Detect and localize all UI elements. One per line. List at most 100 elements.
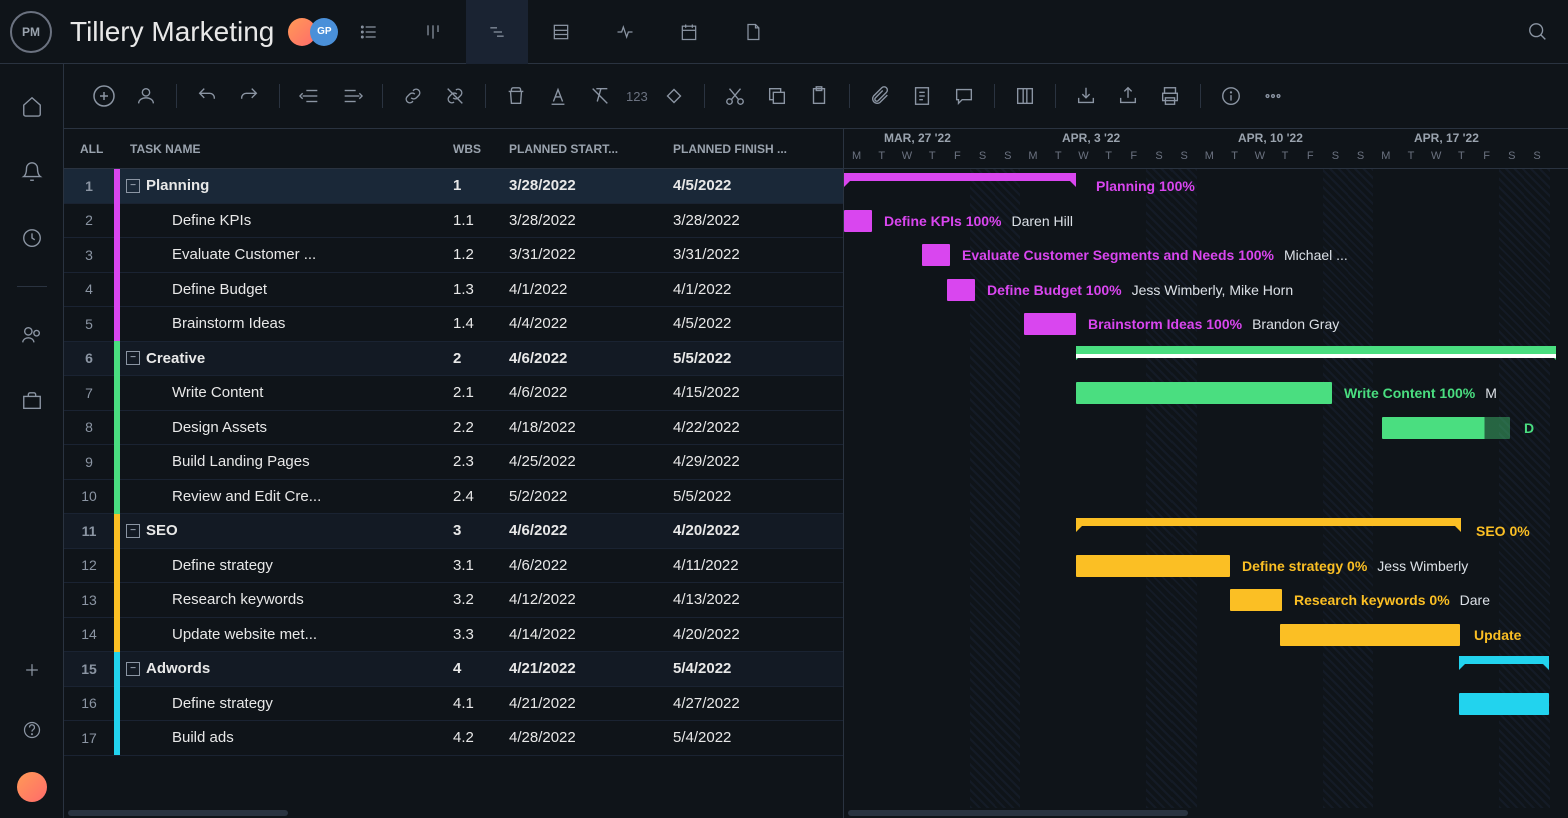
collapse-icon[interactable]: − <box>126 351 140 365</box>
planned-start-cell[interactable]: 4/14/2022 <box>509 626 673 643</box>
team-icon[interactable] <box>14 317 50 353</box>
text-color-icon[interactable] <box>542 80 574 112</box>
task-name-cell[interactable]: −SEO <box>120 522 453 539</box>
column-planned-finish[interactable]: PLANNED FINISH ... <box>673 142 843 156</box>
task-name-cell[interactable]: Review and Edit Cre... <box>120 488 453 505</box>
gantt-task-bar[interactable] <box>1024 313 1076 335</box>
task-name-cell[interactable]: Define KPIs <box>120 212 453 229</box>
wbs-cell[interactable]: 1.1 <box>453 212 509 229</box>
view-calendar-icon[interactable] <box>658 0 720 64</box>
task-row[interactable]: 5Brainstorm Ideas1.44/4/20224/5/2022 <box>64 307 843 342</box>
gantt-task-bar[interactable] <box>844 210 872 232</box>
planned-start-cell[interactable]: 3/31/2022 <box>509 246 673 263</box>
column-planned-start[interactable]: PLANNED START... <box>509 142 673 156</box>
link-icon[interactable] <box>397 80 429 112</box>
wbs-cell[interactable]: 1.2 <box>453 246 509 263</box>
task-name-cell[interactable]: Write Content <box>120 384 453 401</box>
wbs-cell[interactable]: 2 <box>453 350 509 367</box>
clear-format-icon[interactable] <box>584 80 616 112</box>
add-icon[interactable] <box>14 652 50 688</box>
planned-start-cell[interactable]: 4/21/2022 <box>509 660 673 677</box>
add-task-icon[interactable] <box>88 80 120 112</box>
task-name-cell[interactable]: Define strategy <box>120 695 453 712</box>
gantt-summary-bar[interactable] <box>1076 518 1461 526</box>
wbs-cell[interactable]: 4.1 <box>453 695 509 712</box>
notifications-icon[interactable] <box>14 154 50 190</box>
portfolio-icon[interactable] <box>14 383 50 419</box>
task-row[interactable]: 3Evaluate Customer ...1.23/31/20223/31/2… <box>64 238 843 273</box>
app-logo[interactable]: PM <box>10 11 52 53</box>
task-row[interactable]: 13Research keywords3.24/12/20224/13/2022 <box>64 583 843 618</box>
planned-start-cell[interactable]: 5/2/2022 <box>509 488 673 505</box>
indent-icon[interactable] <box>336 80 368 112</box>
task-name-cell[interactable]: Design Assets <box>120 419 453 436</box>
task-row[interactable]: 6−Creative24/6/20225/5/2022 <box>64 342 843 377</box>
task-name-cell[interactable]: −Adwords <box>120 660 453 677</box>
cut-icon[interactable] <box>719 80 751 112</box>
task-name-cell[interactable]: Build ads <box>120 729 453 746</box>
task-row[interactable]: 10Review and Edit Cre...2.45/2/20225/5/2… <box>64 480 843 515</box>
view-list-icon[interactable] <box>338 0 400 64</box>
collapse-icon[interactable]: − <box>126 524 140 538</box>
undo-icon[interactable] <box>191 80 223 112</box>
planned-start-cell[interactable]: 4/12/2022 <box>509 591 673 608</box>
planned-finish-cell[interactable]: 4/5/2022 <box>673 315 843 332</box>
collapse-icon[interactable]: − <box>126 179 140 193</box>
task-row[interactable]: 1−Planning13/28/20224/5/2022 <box>64 169 843 204</box>
task-row[interactable]: 12Define strategy3.14/6/20224/11/2022 <box>64 549 843 584</box>
help-icon[interactable] <box>14 712 50 748</box>
copy-icon[interactable] <box>761 80 793 112</box>
column-wbs[interactable]: WBS <box>453 142 509 156</box>
task-row[interactable]: 9Build Landing Pages2.34/25/20224/29/202… <box>64 445 843 480</box>
task-name-cell[interactable]: Research keywords <box>120 591 453 608</box>
more-icon[interactable] <box>1257 80 1289 112</box>
wbs-cell[interactable]: 3 <box>453 522 509 539</box>
notes-icon[interactable] <box>906 80 938 112</box>
planned-start-cell[interactable]: 4/6/2022 <box>509 350 673 367</box>
task-row[interactable]: 14Update website met...3.34/14/20224/20/… <box>64 618 843 653</box>
wbs-cell[interactable]: 3.1 <box>453 557 509 574</box>
wbs-cell[interactable]: 2.1 <box>453 384 509 401</box>
task-row[interactable]: 2Define KPIs1.13/28/20223/28/2022 <box>64 204 843 239</box>
wbs-cell[interactable]: 1.4 <box>453 315 509 332</box>
export-icon[interactable] <box>1112 80 1144 112</box>
task-name-cell[interactable]: Define Budget <box>120 281 453 298</box>
wbs-cell[interactable]: 2.3 <box>453 453 509 470</box>
search-icon[interactable] <box>1518 12 1558 52</box>
info-icon[interactable] <box>1215 80 1247 112</box>
planned-start-cell[interactable]: 3/28/2022 <box>509 212 673 229</box>
comment-icon[interactable] <box>948 80 980 112</box>
import-icon[interactable] <box>1070 80 1102 112</box>
recent-icon[interactable] <box>14 220 50 256</box>
task-name-cell[interactable]: −Planning <box>120 177 453 194</box>
columns-icon[interactable] <box>1009 80 1041 112</box>
planned-finish-cell[interactable]: 4/11/2022 <box>673 557 843 574</box>
planned-start-cell[interactable]: 4/1/2022 <box>509 281 673 298</box>
task-name-cell[interactable]: Update website met... <box>120 626 453 643</box>
wbs-cell[interactable]: 2.4 <box>453 488 509 505</box>
gantt-summary-bar[interactable] <box>844 173 1076 181</box>
gantt-task-bar[interactable] <box>1459 693 1549 715</box>
column-all[interactable]: ALL <box>64 142 114 156</box>
task-name-cell[interactable]: −Creative <box>120 350 453 367</box>
avatar[interactable]: GP <box>310 18 338 46</box>
wbs-cell[interactable]: 4.2 <box>453 729 509 746</box>
wbs-cell[interactable]: 1 <box>453 177 509 194</box>
planned-finish-cell[interactable]: 5/5/2022 <box>673 488 843 505</box>
view-sheet-icon[interactable] <box>530 0 592 64</box>
wbs-cell[interactable]: 3.3 <box>453 626 509 643</box>
task-row[interactable]: 8Design Assets2.24/18/20224/22/2022 <box>64 411 843 446</box>
horizontal-scrollbar[interactable] <box>844 808 1568 818</box>
view-gantt-icon[interactable] <box>466 0 528 64</box>
task-name-cell[interactable]: Brainstorm Ideas <box>120 315 453 332</box>
planned-finish-cell[interactable]: 4/5/2022 <box>673 177 843 194</box>
project-members[interactable]: GP <box>294 18 338 46</box>
task-row[interactable]: 7Write Content2.14/6/20224/15/2022 <box>64 376 843 411</box>
redo-icon[interactable] <box>233 80 265 112</box>
gantt-task-bar[interactable] <box>1382 417 1510 439</box>
outdent-icon[interactable] <box>294 80 326 112</box>
gantt-task-bar[interactable] <box>947 279 975 301</box>
delete-icon[interactable] <box>500 80 532 112</box>
gantt-task-bar[interactable] <box>1280 624 1460 646</box>
planned-finish-cell[interactable]: 4/1/2022 <box>673 281 843 298</box>
